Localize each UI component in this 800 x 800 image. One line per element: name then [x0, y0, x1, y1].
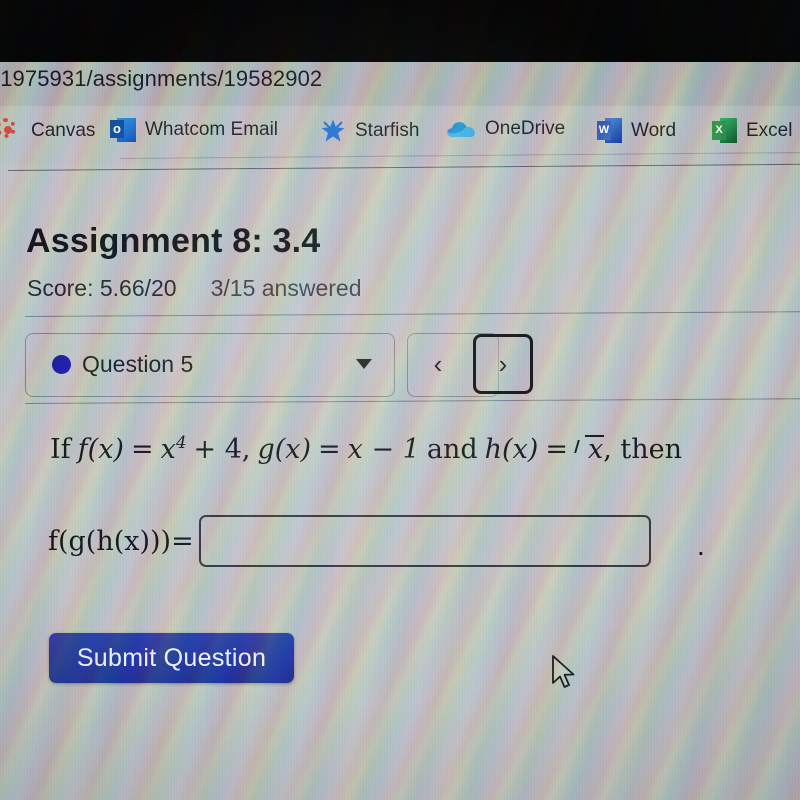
statement-intro: If	[50, 434, 71, 465]
equals-f: =	[130, 434, 154, 465]
chevron-down-icon	[356, 359, 372, 369]
statement-then: , then	[603, 434, 682, 465]
starfish-icon	[320, 118, 346, 144]
equals-g: =	[318, 434, 341, 465]
f-base: x	[160, 434, 176, 465]
divider-above-question-nav	[24, 311, 800, 317]
f-exponent: 4	[175, 432, 187, 452]
divider-below-question-nav	[24, 398, 800, 404]
question-select-dropdown[interactable]: Question 5	[25, 333, 395, 397]
bookmark-canvas[interactable]: Canvas	[0, 118, 95, 144]
submit-question-button[interactable]: Submit Question	[49, 633, 294, 683]
function-f-arg: (x)	[87, 434, 124, 465]
square-root-icon: x	[575, 433, 605, 465]
bookmark-word[interactable]: Word	[597, 118, 676, 143]
next-question-button[interactable]: ›	[473, 334, 533, 394]
answer-input[interactable]	[198, 515, 651, 567]
bookmark-label: Starfish	[355, 120, 420, 141]
word-icon	[597, 118, 622, 143]
question-select-label: Question 5	[82, 351, 194, 377]
excel-icon	[712, 118, 737, 143]
score-summary: Score: 5.66/20 3/15 answered	[27, 275, 362, 302]
canvas-icon	[0, 118, 22, 144]
score-text: Score: 5.66/20	[27, 275, 177, 301]
address-bar-url[interactable]: /1975931/assignments/19582902	[0, 66, 322, 92]
answer-expression-label: f(g(h(x)))=	[48, 525, 194, 557]
question-statement: If f(x) = x4 + 4, g(x) = x − 1 and h(x) = x, then	[50, 432, 682, 465]
divider-bookmarks-bottom	[7, 163, 800, 171]
function-g-name: g	[257, 434, 275, 465]
function-f-name: f	[77, 434, 88, 465]
outlook-icon	[110, 118, 136, 142]
function-g-arg: (x)	[274, 434, 312, 465]
bookmark-excel[interactable]: Excel	[712, 118, 792, 143]
bookmark-label: Whatcom Email	[145, 119, 279, 140]
answered-count: 3/15 answered	[210, 275, 362, 301]
browser-screenshot: /1975931/assignments/19582902 Canvas Wha…	[0, 0, 800, 800]
equals-h: =	[545, 434, 568, 465]
trailing-period: .	[697, 530, 705, 561]
bookmark-starfish[interactable]: Starfish	[320, 118, 419, 144]
onedrive-icon	[446, 119, 476, 139]
bookmark-label: OneDrive	[485, 118, 566, 139]
function-h-arg: (x)	[502, 434, 539, 465]
bookmark-label: Canvas	[31, 120, 96, 141]
page-title: Assignment 8: 3.4	[26, 222, 321, 260]
f-tail: + 4,	[193, 434, 251, 465]
function-h-name: h	[484, 434, 503, 465]
g-body: x − 1	[347, 434, 420, 465]
mouse-pointer-icon	[551, 655, 579, 698]
h-radicand: x	[587, 434, 604, 465]
question-status-dot	[52, 355, 71, 374]
answer-row: f(g(h(x)))=	[48, 515, 651, 567]
browser-top-black-bar	[0, 0, 800, 62]
previous-question-button[interactable]: ‹	[415, 340, 461, 388]
bookmark-onedrive[interactable]: OneDrive	[446, 118, 565, 140]
bookmark-label: Excel	[746, 119, 793, 141]
conjunction-and: and	[426, 434, 478, 465]
bookmark-whatcom-email[interactable]: Whatcom Email	[110, 118, 278, 142]
bookmark-label: Word	[631, 119, 677, 141]
